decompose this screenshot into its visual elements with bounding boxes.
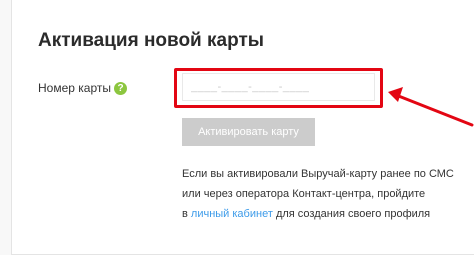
page-title: Активация новой карты: [38, 30, 264, 51]
info-line-3-prefix: в: [182, 208, 188, 220]
info-line-2: или через оператора Контакт-центра, прой…: [182, 188, 426, 200]
info-text: Если вы активировали Выручай-карту ранее…: [182, 164, 467, 224]
info-line-3: в личный кабинет для создания своего про…: [182, 204, 467, 224]
page: Активация новой карты Номер карты ? Акти…: [0, 0, 474, 255]
info-line-1: Если вы активировали Выручай-карту ранее…: [182, 168, 454, 180]
card-number-input[interactable]: [182, 73, 375, 101]
info-line-3-suffix: для создания своего профиля: [275, 208, 431, 220]
help-icon[interactable]: ?: [114, 82, 127, 95]
card-number-label: Номер карты: [38, 81, 111, 95]
personal-account-link[interactable]: личный кабинет: [191, 208, 273, 220]
activate-card-button[interactable]: Активировать карту: [182, 118, 315, 146]
arrow-left-icon: [388, 87, 474, 127]
